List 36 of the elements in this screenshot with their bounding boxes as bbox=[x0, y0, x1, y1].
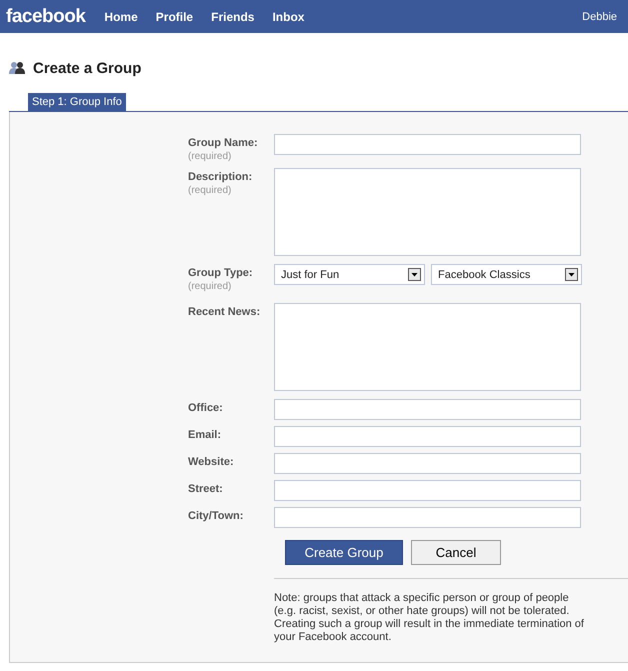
field-label: Recent News: bbox=[188, 306, 262, 318]
field-label: Group Type: bbox=[188, 267, 254, 279]
input-field[interactable] bbox=[274, 480, 581, 501]
field-label: Office: bbox=[188, 402, 224, 414]
dropdown[interactable]: Just for Fun bbox=[274, 264, 425, 285]
input-field[interactable] bbox=[274, 453, 581, 474]
field-label: Website: bbox=[188, 456, 235, 468]
field-label: Group Name: bbox=[188, 137, 259, 149]
dropdown[interactable]: Facebook Classics bbox=[431, 264, 582, 285]
field-label: City/Town: bbox=[188, 510, 244, 522]
user-link[interactable]: Debbie bbox=[582, 10, 617, 22]
required-hint: (required) bbox=[188, 151, 232, 162]
create-button[interactable]: Create Group bbox=[285, 540, 403, 565]
caret-icon bbox=[408, 268, 421, 281]
tab[interactable]: Step 1: Group Info bbox=[28, 93, 126, 111]
field-label: Description: bbox=[188, 171, 254, 183]
text-area[interactable] bbox=[274, 168, 581, 256]
field-label: Street: bbox=[188, 483, 224, 495]
required-hint: (required) bbox=[188, 281, 232, 292]
text-area[interactable] bbox=[274, 303, 581, 391]
nav-link[interactable]: Profile bbox=[156, 10, 194, 24]
input-field[interactable] bbox=[274, 507, 581, 528]
logo[interactable]: facebook bbox=[6, 6, 86, 28]
page-title: Create a Group bbox=[33, 60, 142, 76]
group-icon bbox=[9, 61, 25, 75]
input-field[interactable] bbox=[274, 134, 581, 155]
caret-icon bbox=[565, 268, 578, 281]
input-field[interactable] bbox=[274, 426, 581, 447]
nav-link[interactable]: Friends bbox=[211, 10, 254, 24]
input-field[interactable] bbox=[274, 399, 581, 420]
nav-link[interactable]: Home bbox=[104, 10, 138, 24]
note-text: Note: groups that attack a specific person or group of people (e.g. racist, sexist, or other hate groups) will not be tolerated. Creating such a group will result in the immediate termination of your Facebook account. bbox=[274, 592, 584, 644]
required-hint: (required) bbox=[188, 185, 232, 196]
nav-link[interactable]: Inbox bbox=[272, 10, 304, 24]
field-label: Email: bbox=[188, 429, 222, 441]
cancel-button[interactable]: Cancel bbox=[411, 540, 501, 565]
